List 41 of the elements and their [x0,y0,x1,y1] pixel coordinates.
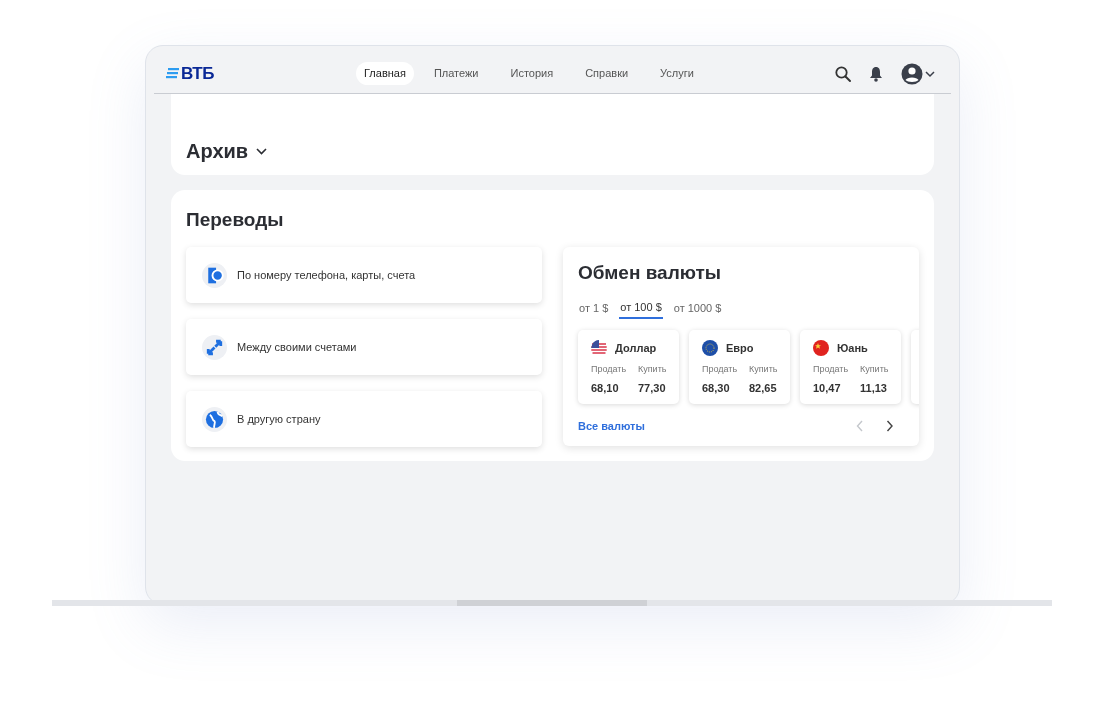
nav-tab[interactable]: История [498,62,566,85]
column-label: Продать [702,362,739,376]
rate-value: 68,30 [702,381,731,396]
nav-tab[interactable]: Платежи [421,62,491,85]
amount-tab[interactable]: от 100 $ [619,297,663,319]
amount-tab[interactable]: от 1000 $ [672,297,723,319]
archive-dropdown[interactable]: Архив [186,136,268,166]
bell-icon[interactable] [869,65,883,82]
flag-stars-icon [702,340,718,357]
card-title: Обмен валюты [578,261,722,283]
logo-icon [166,68,179,79]
section-heading: Переводы [186,208,285,230]
rate-value: 68,10 [591,381,620,396]
currency-name: Евро [726,341,754,356]
rate-value: 77,30 [638,381,667,396]
currency-name: Доллар [615,341,657,356]
amount-tab[interactable]: от 1 $ [578,297,610,319]
column-label: Купить [860,362,889,376]
arrows-icon [202,334,227,360]
flag-stripes-icon [591,340,607,357]
rate-value: 82,65 [749,381,778,396]
profile-icon[interactable] [901,62,935,85]
nav-tab[interactable]: Услуги [648,62,706,85]
column-label: Купить [749,362,778,376]
transfer-option[interactable]: В другую страну [186,391,542,447]
next-icon[interactable] [886,420,894,433]
nav-tab[interactable]: Главная [356,62,414,85]
column-label: Продать [813,362,850,376]
nav-tab[interactable]: Справки [573,62,641,85]
globe-icon [202,406,227,432]
transfer-option[interactable]: По номеру телефона, карты, счета [186,247,542,303]
logo-text: ВТБ [181,62,214,85]
search-icon[interactable] [835,65,851,82]
rate-value: 11,13 [860,381,888,396]
transfer-option[interactable]: Между своими счетами [186,319,542,375]
rate-value: 10,47 [813,381,842,396]
all-currencies-link[interactable]: Все валюты [578,418,645,435]
currency-name: Юань [837,341,868,356]
column-label: Продать [591,362,628,376]
phone-card-icon [202,262,227,288]
column-label: Купить [638,362,667,376]
